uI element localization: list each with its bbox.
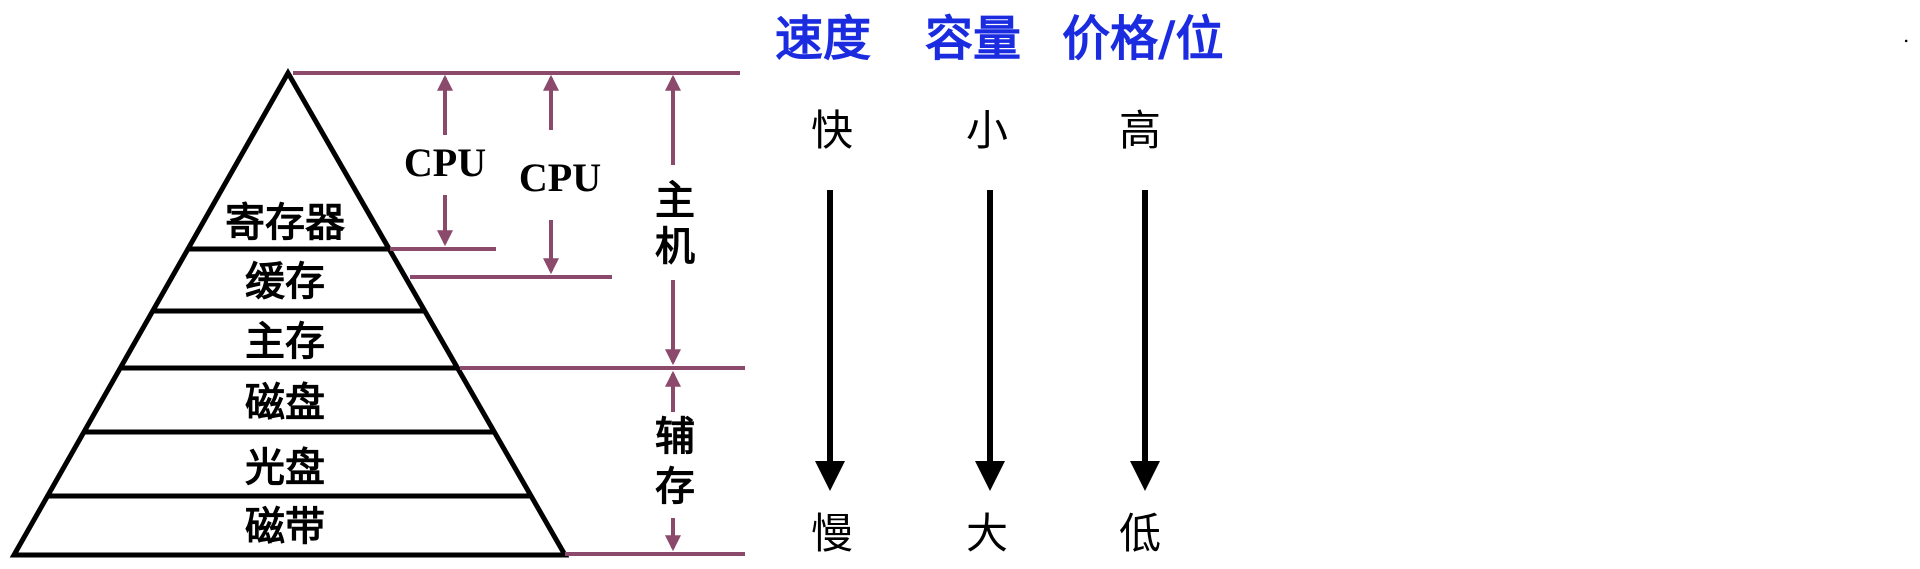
speed-bottom: 慢 xyxy=(811,509,853,558)
memory-hierarchy-diagram: 寄存器 缓存 主存 磁盘 光盘 磁带 CPU CPU 主 机 辅 存 速度 容量… xyxy=(9,11,1909,558)
cpu-label-cache-group: CPU xyxy=(519,155,601,200)
level-registers: 寄存器 xyxy=(225,199,346,246)
host-label-char-1: 主 xyxy=(655,177,695,224)
host-label-char-2: 机 xyxy=(655,223,695,270)
header-speed: 速度 xyxy=(775,11,871,67)
capacity-bottom: 大 xyxy=(966,509,1008,558)
level-main-memory: 主存 xyxy=(245,318,325,365)
price-top: 高 xyxy=(1119,106,1161,155)
cpu-label-register-group: CPU xyxy=(404,140,486,185)
scale-columns: 快 小 高 慢 大 低 xyxy=(811,106,1161,558)
speed-top: 快 xyxy=(811,106,853,155)
corner-mark: . xyxy=(1903,23,1909,47)
aux-label-char-1: 辅 xyxy=(655,413,695,460)
level-tape: 磁带 xyxy=(245,503,325,550)
level-optical-disc: 光盘 xyxy=(245,444,325,491)
level-cache: 缓存 xyxy=(245,258,325,305)
header-row: 速度 容量 价格/位 xyxy=(775,11,1224,67)
level-disk: 磁盘 xyxy=(245,379,325,426)
aux-label-char-2: 存 xyxy=(655,463,695,510)
price-bottom: 低 xyxy=(1119,509,1161,558)
capacity-top: 小 xyxy=(966,106,1008,155)
header-capacity: 容量 xyxy=(925,11,1021,67)
header-price-per-bit: 价格/位 xyxy=(1062,11,1224,67)
